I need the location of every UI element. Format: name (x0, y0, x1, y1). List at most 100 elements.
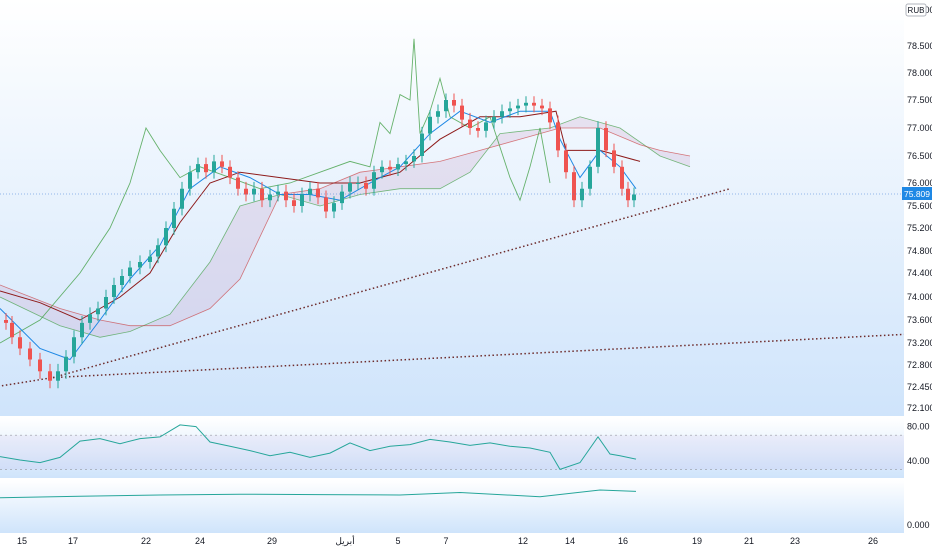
candle-body (164, 228, 168, 246)
time-tick-label: 16 (618, 536, 628, 546)
candle-body (452, 100, 456, 106)
candle-body (244, 188, 248, 195)
third-pane-background (0, 480, 904, 533)
price-tick-label: 75.600 (907, 201, 932, 211)
candle-body (380, 166, 384, 173)
time-tick-label: 26 (868, 536, 878, 546)
price-tick-label: 73.200 (907, 338, 932, 348)
price-tick-label: 74.400 (907, 268, 932, 278)
candle-body (388, 166, 392, 170)
time-tick-label: 7 (443, 536, 448, 546)
candle-body (564, 150, 568, 173)
candle-body (56, 371, 60, 381)
candle-body (148, 256, 152, 262)
candle-body (492, 116, 496, 123)
candle-body (212, 161, 216, 173)
candle-body (284, 191, 288, 201)
price-tick-label: 73.600 (907, 315, 932, 325)
candle-body (468, 119, 472, 128)
candle-body (460, 105, 464, 120)
time-tick-label: 5 (395, 536, 400, 546)
chart-svg[interactable]: 79.00078.50078.00077.50077.00076.50076.0… (0, 0, 932, 550)
candle-body (540, 105, 544, 109)
candle-body (372, 172, 376, 189)
candle-body (348, 183, 352, 192)
candle-body (268, 194, 272, 201)
candle-body (28, 348, 32, 360)
candle-body (128, 267, 132, 276)
time-tick-label: 22 (141, 536, 151, 546)
candle-body (316, 188, 320, 198)
candle-body (332, 203, 336, 212)
candle-body (180, 188, 184, 209)
candle-body (4, 320, 8, 323)
candle-body (412, 156, 416, 162)
candle-body (404, 161, 408, 165)
price-tick-label: 76.000 (907, 178, 932, 188)
main-pane-background (0, 0, 904, 416)
rsi-band (0, 435, 904, 470)
price-tick-label: 72.800 (907, 360, 932, 370)
candle-body (612, 150, 616, 167)
candle-body (580, 188, 584, 201)
time-tick-label: 29 (267, 536, 277, 546)
time-axis[interactable]: 15 17 22 24 29 أبريل 5 7 12 14 16 19 21 23 26 (17, 534, 878, 547)
candle-body (308, 188, 312, 195)
candle-body (48, 371, 52, 381)
candle-body (524, 102, 528, 106)
price-tick-label: 78.500 (907, 41, 932, 51)
time-tick-label: 23 (790, 536, 800, 546)
price-tick-label: 78.000 (907, 68, 932, 78)
price-tick-label: 77.500 (907, 95, 932, 105)
candle-body (72, 337, 76, 357)
candle-body (10, 322, 14, 338)
time-tick-label: 19 (692, 536, 702, 546)
price-tick-label: 72.100 (907, 403, 932, 413)
candle-body (236, 177, 240, 189)
candle-body (196, 164, 200, 173)
candle-body (396, 164, 400, 170)
candle-body (172, 208, 176, 228)
candle-body (500, 111, 504, 117)
candle-body (626, 188, 630, 201)
candle-body (292, 200, 296, 206)
price-tick-label: 72.450 (907, 382, 932, 392)
time-tick-label: 21 (744, 536, 754, 546)
candle-body (324, 197, 328, 212)
candle-body (220, 161, 224, 167)
candle-body (556, 122, 560, 151)
time-tick-label: 12 (518, 536, 528, 546)
time-tick-label: أبريل (335, 534, 354, 547)
price-tick-label: 74.000 (907, 292, 932, 302)
candle-body (548, 108, 552, 123)
candle-body (604, 128, 608, 151)
candle-body (632, 194, 636, 201)
price-tick-label: 75.200 (907, 223, 932, 233)
candle-body (340, 191, 344, 204)
candle-body (444, 100, 448, 112)
rsi-tick-label: 80.00 (907, 422, 930, 432)
time-tick-label: 14 (565, 536, 575, 546)
candle-body (572, 172, 576, 201)
candle-body (104, 297, 108, 309)
candle-body (88, 314, 92, 323)
candle-body (588, 166, 592, 189)
candle-body (64, 356, 68, 372)
candle-body (188, 172, 192, 189)
candle-body (96, 308, 100, 315)
candle-body (120, 276, 124, 285)
time-tick-label: 15 (17, 536, 27, 546)
candle-body (138, 262, 142, 268)
rsi-tick-label: 40.00 (907, 456, 930, 466)
time-tick-label: 24 (195, 536, 205, 546)
candle-body (112, 285, 116, 297)
candle-body (18, 337, 22, 349)
candle-body (532, 102, 536, 106)
price-tick-label: 76.500 (907, 151, 932, 161)
candle-body (204, 164, 208, 173)
candle-body (508, 108, 512, 112)
candle-body (420, 133, 424, 156)
candle-body (476, 128, 480, 131)
candle-body (156, 245, 160, 257)
candle-body (356, 183, 360, 184)
